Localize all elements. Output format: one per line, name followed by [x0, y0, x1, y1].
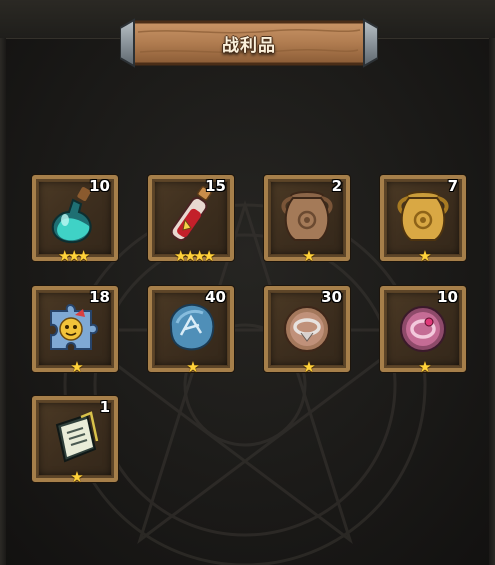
item-count: 10 [89, 177, 110, 195]
red-potion-icon [170, 186, 212, 242]
star-rating: ★ [70, 468, 83, 486]
item-slot-blue-stone[interactable]: 40 ★ [148, 286, 234, 376]
puzzle-piece-icon [50, 304, 98, 350]
page-title: 战利品 [222, 35, 276, 56]
star-rating: ★ [418, 247, 431, 265]
item-count: 2 [331, 177, 342, 195]
item-slot-golden-urn[interactable]: 7 ★ [380, 175, 466, 265]
star-rating: ★ [302, 358, 315, 376]
item-count: 1 [99, 398, 110, 416]
star-rating: ★ [418, 358, 431, 376]
star-rating: ★ [302, 247, 315, 265]
golden-urn-icon [397, 191, 449, 241]
left-frame [0, 38, 6, 565]
silver-ring-coin-icon [284, 306, 330, 352]
item-count: 18 [89, 288, 110, 306]
star-rating: ★★★ [58, 247, 90, 265]
item-slot-teal-potion[interactable]: 10 ★★★ [32, 175, 118, 265]
item-count: 7 [447, 177, 458, 195]
item-slot-silver-ring-coin[interactable]: 30 ★ [264, 286, 350, 376]
pink-ring-coin-icon [400, 306, 446, 352]
item-count: 40 [205, 288, 226, 306]
item-slot-red-potion[interactable]: 15 ★★★★ [148, 175, 234, 265]
item-slot-bronze-urn[interactable]: 2 ★ [264, 175, 350, 265]
blue-stone-icon [169, 303, 215, 351]
item-slot-puzzle-piece[interactable]: 18 ★ [32, 286, 118, 376]
star-rating: ★ [70, 358, 83, 376]
item-slot-pink-ring-coin[interactable]: 10 ★ [380, 286, 466, 376]
title-sign: 战利品 [120, 18, 378, 68]
star-rating: ★★★★ [174, 247, 216, 265]
item-count: 30 [321, 288, 342, 306]
potion-flask-icon [51, 187, 92, 244]
item-count: 10 [437, 288, 458, 306]
right-frame [489, 38, 495, 565]
star-rating: ★ [186, 358, 199, 376]
item-slot-book[interactable]: 1 ★ [32, 396, 118, 486]
item-count: 15 [205, 177, 226, 195]
book-icon [55, 411, 99, 463]
bronze-urn-icon [281, 191, 333, 241]
